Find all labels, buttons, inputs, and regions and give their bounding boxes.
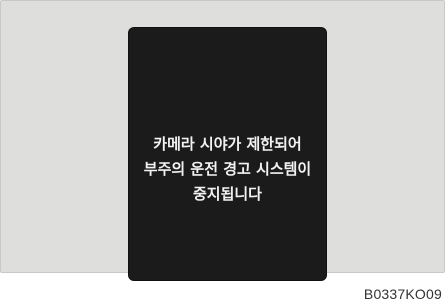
message-line-3: 중지됩니다: [192, 185, 262, 203]
message-line-1: 카메라 시야가 제한되어: [153, 135, 302, 153]
warning-message: 카메라 시야가 제한되어 부주의 운전 경고 시스템이 중지됩니다: [129, 132, 326, 207]
figure-code: B0337KO09: [363, 286, 442, 302]
message-line-2: 부주의 운전 경고 시스템이: [143, 160, 312, 178]
cluster-display: 카메라 시야가 제한되어 부주의 운전 경고 시스템이 중지됩니다: [129, 28, 326, 280]
